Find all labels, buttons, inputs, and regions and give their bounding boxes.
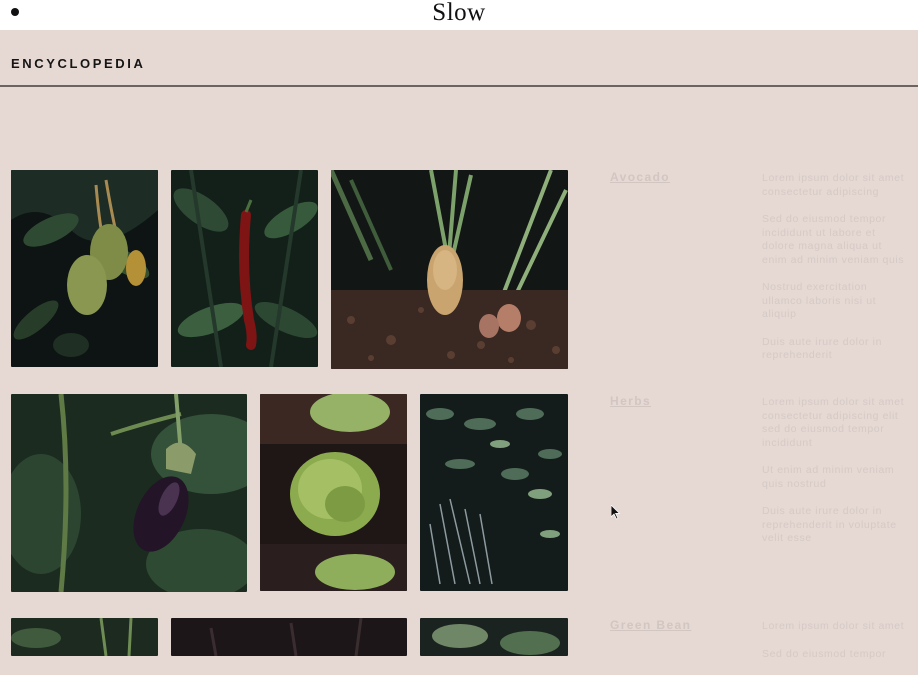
lettuce-photo[interactable] xyxy=(260,394,407,591)
radish-photo[interactable] xyxy=(331,170,568,369)
note: Duis aute irure dolor in reprehenderit i… xyxy=(762,505,897,544)
note: Sed do eiusmod tempor incididunt ut labo… xyxy=(762,213,905,266)
herbs-photo[interactable] xyxy=(420,394,568,591)
mouse-pointer-icon xyxy=(611,505,621,520)
eggplant-photo[interactable] xyxy=(11,394,247,592)
category-green-bean[interactable]: Green Bean xyxy=(610,618,691,632)
note: Sed do eiusmod tempor xyxy=(762,647,887,660)
section-header: ENCYCLOPEDIA xyxy=(0,30,918,87)
category-avocado-notes: Lorem ipsum dolor sit amet consectetur a… xyxy=(762,172,908,377)
note: Lorem ipsum dolor sit amet xyxy=(762,620,905,632)
note: Nostrud exercitation ullamco laboris nis… xyxy=(762,281,877,320)
category-herbs-notes: Lorem ipsum dolor sit amet consectetur a… xyxy=(762,396,908,560)
dark-plant-photo[interactable] xyxy=(171,618,407,656)
chili-pepper-photo[interactable] xyxy=(171,170,318,367)
brand-logo[interactable]: Slow xyxy=(0,0,918,28)
category-herbs[interactable]: Herbs xyxy=(610,394,651,408)
note: Duis aute irure dolor in reprehenderit xyxy=(762,335,883,362)
section-title: ENCYCLOPEDIA xyxy=(11,56,146,71)
plant-photo[interactable] xyxy=(11,618,158,656)
category-avocado[interactable]: Avocado xyxy=(610,170,670,184)
leaves-photo[interactable] xyxy=(420,618,568,656)
avocado-photo[interactable] xyxy=(11,170,158,367)
note: Lorem ipsum dolor sit amet consectetur a… xyxy=(762,396,905,449)
top-bar: Slow xyxy=(0,0,918,30)
category-green-bean-notes: Lorem ipsum dolor sit amet Sed do eiusmo… xyxy=(762,620,908,675)
note: Lorem ipsum dolor sit amet consectetur a… xyxy=(762,172,905,198)
note: Ut enim ad minim veniam quis nostrud xyxy=(762,464,895,490)
